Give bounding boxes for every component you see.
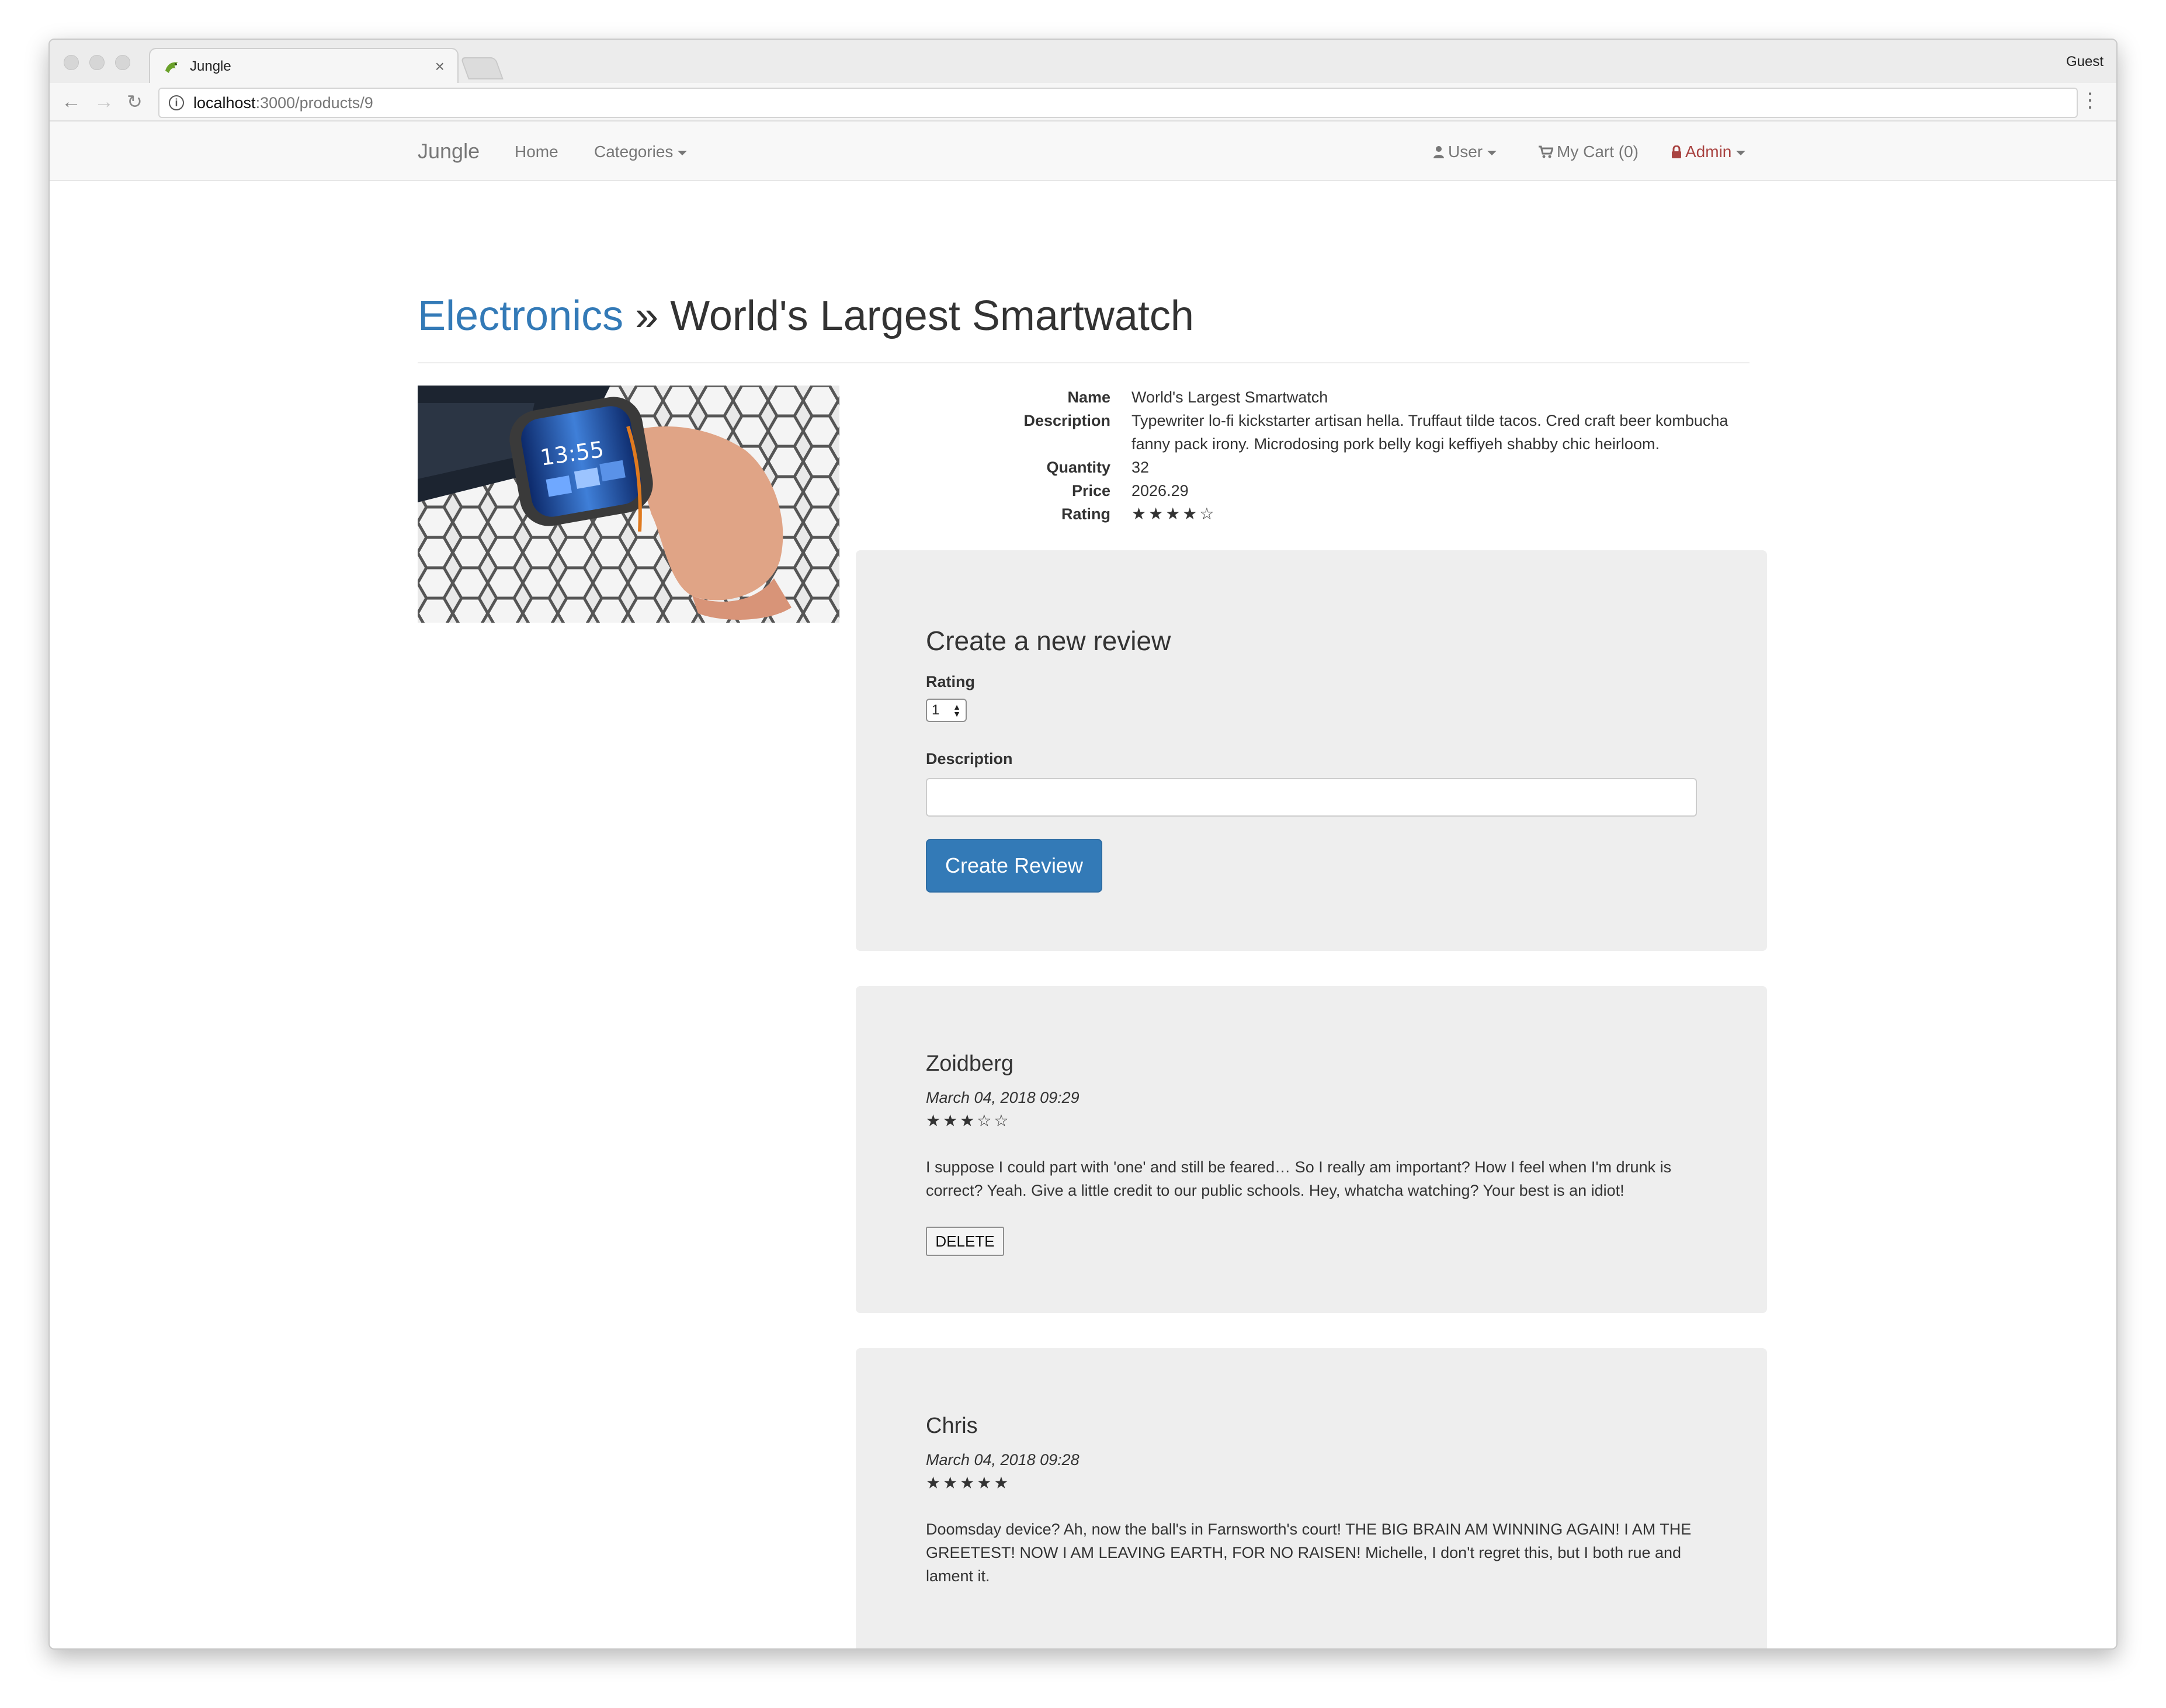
browser-titlebar: Jungle × Guest [50,40,2116,84]
detail-row-name: Name World's Largest Smartwatch [418,386,1750,409]
rating-select[interactable]: 1 ▲ ▼ [926,699,967,722]
back-arrow-icon[interactable]: ← [61,90,81,113]
review-author: Zoidberg [926,1051,1013,1076]
url-host: localhost [193,93,256,112]
review-card: Zoidberg March 04, 2018 09:29 ★★★☆☆ I su… [856,986,1767,1313]
review-text: I suppose I could part with 'one' and st… [926,1158,1672,1199]
product-title: World's Largest Smartwatch [670,293,1194,339]
site-navbar: Jungle Home Categories User My Cart (0) … [50,121,2116,181]
detail-label-name: Name [1067,388,1110,406]
nav-categories-label: Categories [594,143,674,161]
review-card: Chris March 04, 2018 09:28 ★★★★★ Doomsda… [856,1348,1767,1648]
lock-icon [1672,145,1681,158]
url-path: :3000/products/9 [255,93,373,112]
nav-user-label: User [1448,143,1483,161]
review-text: Doomsday device? Ah, now the ball's in F… [926,1520,1692,1585]
review-date: March 04, 2018 09:28 [926,1451,1079,1469]
reload-icon[interactable]: ↻ [127,90,143,113]
delete-review-button[interactable]: DELETE [926,1227,1004,1256]
browser-window: Jungle × Guest ← → ↻ i localhost:3000/pr… [48,39,2118,1650]
detail-value-description: Typewriter lo-fi kickstarter artisan hel… [1131,412,1728,453]
detail-label-rating: Rating [1061,505,1110,523]
detail-row-rating: Rating ★★★★☆ [418,502,1750,526]
review-star-icons: ★★★☆☆ [926,1112,1011,1130]
caret-down-icon [1487,150,1497,155]
description-label: Description [926,750,1013,768]
brand-link[interactable]: Jungle [418,139,480,164]
new-tab-button[interactable] [460,57,504,79]
create-review-button[interactable]: Create Review [926,839,1102,893]
user-icon [1433,146,1444,158]
detail-value-quantity: 32 [1131,459,1150,476]
review-form-panel: Create a new review Rating 1 ▲ ▼ Descript… [856,550,1767,951]
detail-row-description: Description Typewriter lo-fi kickstarter… [418,409,1750,453]
cart-icon [1539,145,1553,158]
description-input[interactable] [926,778,1697,817]
info-icon[interactable]: i [169,95,184,110]
detail-value-price: 2026.29 [1131,482,1189,499]
tab-close-icon[interactable]: × [435,58,445,75]
caret-down-icon [1736,150,1746,155]
review-star-icons: ★★★★★ [926,1474,1011,1492]
nav-categories-dropdown[interactable]: Categories [594,143,688,161]
review-author: Chris [926,1414,978,1438]
address-bar[interactable]: i localhost:3000/products/9 [158,88,2078,118]
nav-user-dropdown[interactable]: User [1433,143,1497,161]
browser-tab[interactable]: Jungle × [149,48,459,84]
window-controls [64,55,130,70]
breadcrumb-separator: » [635,293,659,339]
nav-cart-link[interactable]: My Cart (0) [1538,143,1639,161]
review-date: March 04, 2018 09:29 [926,1089,1079,1106]
category-link[interactable]: Electronics [418,293,623,339]
browser-toolbar: ← → ↻ i localhost:3000/products/9 ⋮ [50,83,2116,121]
nav-admin-dropdown[interactable]: Admin [1671,143,1746,161]
page-title: Electronics » World's Largest Smartwatch [418,292,1194,340]
detail-row-price: Price 2026.29 [418,479,1750,502]
star-rating-icons: ★★★★☆ [1131,505,1217,523]
forward-arrow-icon[interactable]: → [94,90,114,113]
browser-menu-icon[interactable]: ⋮ [2080,89,2100,112]
dragon-favicon-icon [165,62,178,73]
rating-label: Rating [926,673,975,690]
detail-value-name: World's Largest Smartwatch [1131,388,1328,406]
close-window-button[interactable] [64,55,79,70]
select-arrows-icon: ▲ ▼ [953,702,961,718]
tab-title: Jungle [190,58,231,74]
profile-label[interactable]: Guest [2066,54,2103,70]
review-form-heading: Create a new review [926,626,1171,656]
title-divider [418,362,1750,363]
caret-down-icon [678,150,688,155]
detail-label-quantity: Quantity [1046,459,1110,476]
detail-label-price: Price [1071,482,1110,499]
rating-select-value: 1 [932,702,940,718]
detail-label-description: Description [1023,412,1110,429]
zoom-window-button[interactable] [115,55,130,70]
detail-row-quantity: Quantity 32 [418,456,1750,479]
minimize-window-button[interactable] [89,55,105,70]
nav-admin-label: Admin [1685,143,1732,161]
nav-home-link[interactable]: Home [515,143,558,161]
nav-cart-label: My Cart (0) [1557,143,1639,161]
